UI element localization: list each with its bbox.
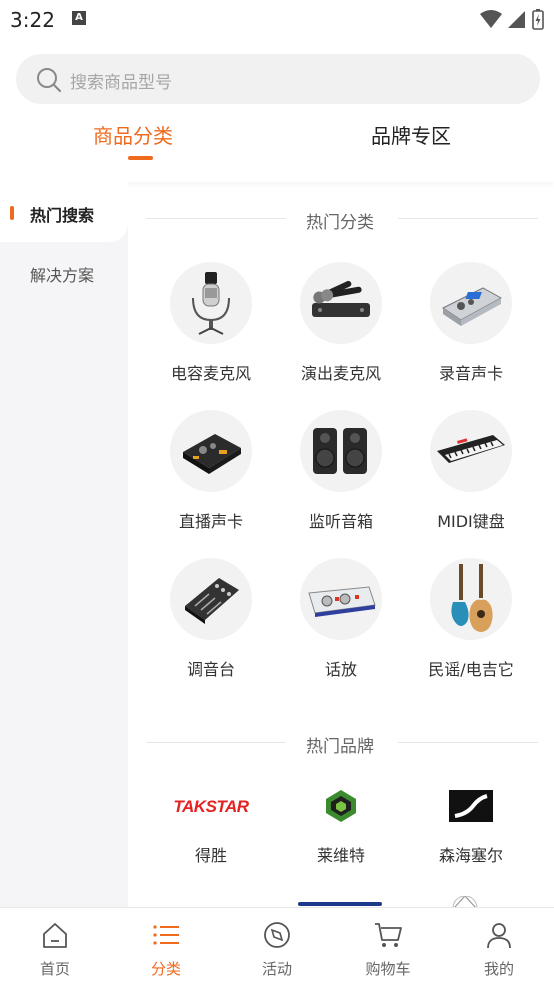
mixer-icon: [185, 578, 239, 624]
battery-icon: [532, 9, 544, 30]
nav-label: 活动: [261, 960, 292, 978]
brand-label: 莱维特: [316, 846, 365, 865]
system-icons: [480, 8, 544, 30]
category-midi-keyboard[interactable]: MIDI键盘: [406, 410, 536, 540]
sennheiser-logo: [449, 790, 493, 822]
category-mixer[interactable]: 调音台: [146, 558, 276, 688]
bottom-nav: 首页 分类 活动 购物车 我的: [0, 907, 554, 985]
status-bar: 3:22 A: [0, 0, 554, 40]
category-label: 直播声卡: [178, 512, 243, 531]
category-label: 话放: [324, 660, 357, 679]
nav-home[interactable]: 首页: [0, 908, 110, 986]
nav-profile[interactable]: 我的: [444, 908, 554, 986]
category-sidebar: 热门搜索 解决方案: [0, 182, 128, 907]
category-live-soundcard[interactable]: 直播声卡: [146, 410, 276, 540]
sidebar-item-solutions[interactable]: 解决方案: [30, 262, 94, 286]
preamp-icon: [308, 586, 376, 617]
tab-categories[interactable]: 商品分类: [93, 120, 173, 149]
search-icon: [37, 68, 62, 93]
compass-icon: [264, 922, 290, 948]
tab-brands[interactable]: 品牌专区: [371, 120, 451, 149]
list-icon: [153, 925, 179, 945]
a-icon: A: [72, 11, 86, 25]
category-label: 调音台: [186, 660, 235, 679]
divider: [398, 218, 538, 219]
category-label: 电容麦克风: [170, 364, 251, 383]
takstar-logo: TAKSTAR: [173, 797, 250, 816]
category-label: 民谣/电吉它: [428, 660, 514, 679]
takstar-logo-text: TAKSTAR: [173, 797, 249, 816]
category-label: MIDI键盘: [437, 512, 505, 531]
status-time: 3:22: [10, 8, 55, 32]
brand-takstar[interactable]: TAKSTAR 得胜: [146, 784, 276, 865]
wifi-icon: [480, 10, 502, 28]
guitar-icon: [451, 564, 493, 632]
condenser-mic-icon: [192, 272, 230, 335]
nav-label: 购物车: [365, 960, 411, 978]
nav-category[interactable]: 分类: [111, 908, 221, 986]
nav-activity[interactable]: 活动: [222, 908, 332, 986]
category-condenser-mic[interactable]: 电容麦克风: [146, 262, 276, 392]
signal-icon: [508, 11, 525, 28]
divider: [146, 218, 286, 219]
nav-cart[interactable]: 购物车: [333, 908, 443, 986]
lewitt-logo: [326, 790, 356, 822]
audio-interface-icon: [442, 287, 503, 326]
wireless-mic-icon: [312, 280, 370, 317]
category-preamp[interactable]: 话放: [276, 558, 406, 688]
brand-label: 森海塞尔: [438, 846, 503, 865]
search-input[interactable]: 搜索商品型号: [70, 68, 172, 93]
search-bar[interactable]: 搜索商品型号: [16, 54, 540, 104]
sidebar-item-hot-search[interactable]: 热门搜索: [0, 182, 128, 242]
nav-label: 分类: [150, 960, 181, 978]
category-guitar[interactable]: 民谣/电吉它: [406, 558, 536, 688]
live-soundcard-icon: [183, 434, 241, 474]
cart-icon: [375, 923, 402, 947]
tab-indicator: [128, 156, 153, 160]
category-performance-mic[interactable]: 演出麦克风: [276, 262, 406, 392]
monitor-speaker-icon: [313, 428, 367, 474]
user-icon: [487, 923, 511, 949]
section-title-hot-categories: 热门分类: [306, 213, 374, 233]
category-label: 监听音箱: [308, 512, 373, 531]
brand-lewitt[interactable]: 莱维特: [276, 784, 406, 865]
section-title-hot-brands: 热门品牌: [306, 737, 374, 757]
divider: [146, 742, 286, 743]
active-indicator: [10, 206, 14, 220]
brand-logo-partial: [298, 902, 382, 906]
midi-keyboard-icon: [437, 435, 505, 463]
top-header: 3:22 A 搜索商品型号 商品分类 品牌专区: [0, 0, 554, 182]
nav-label: 首页: [39, 960, 70, 978]
divider: [398, 742, 538, 743]
home-icon: [43, 923, 67, 948]
category-recording-interface[interactable]: 录音声卡: [406, 262, 536, 392]
nav-label: 我的: [483, 960, 514, 978]
sidebar-item-label: 热门搜索: [30, 206, 95, 225]
brand-sennheiser[interactable]: 森海塞尔: [406, 784, 536, 865]
category-label: 录音声卡: [438, 364, 503, 383]
brand-label: 得胜: [194, 846, 227, 865]
category-label: 演出麦克风: [300, 364, 381, 383]
category-monitor-speaker[interactable]: 监听音箱: [276, 410, 406, 540]
